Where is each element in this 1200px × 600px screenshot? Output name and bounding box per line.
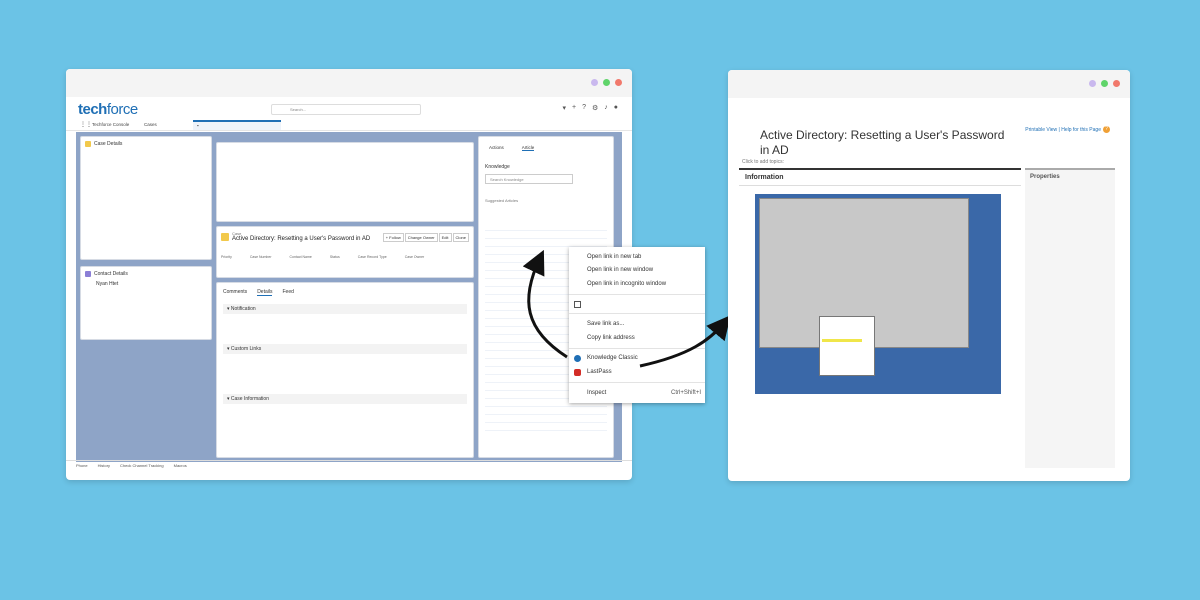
context-menu: Open link in new tab Open link in new wi… [569, 247, 705, 403]
contact-details-card: Contact Details Nyan Htet [80, 266, 212, 340]
field-status: Status [329, 255, 340, 259]
queue-panel [216, 142, 474, 222]
maximize-icon[interactable] [1101, 80, 1108, 87]
nav-cases-dropdown[interactable]: Cases [144, 122, 189, 127]
favorites-icon[interactable]: ▾ [562, 104, 566, 112]
case-title: Active Directory: Resetting a User's Pas… [232, 236, 371, 242]
field-record-type: Case Record Type [357, 255, 387, 259]
information-label: Information [739, 170, 1021, 186]
change-owner-button[interactable]: Change Owner [404, 233, 438, 242]
suggested-articles-label: Suggested Articles [485, 198, 519, 203]
menu-open-incognito[interactable]: Open link in incognito window [569, 278, 705, 290]
clone-button[interactable]: Clone [452, 233, 469, 242]
field-case-number: Case Number [249, 255, 272, 259]
utility-phone[interactable]: Phone [76, 463, 88, 468]
global-search-input[interactable]: Search... [271, 104, 421, 115]
tab-feed[interactable]: Feed [282, 289, 293, 296]
add-icon[interactable]: + [572, 104, 576, 112]
menu-save-link[interactable]: Save link as... [569, 318, 705, 330]
printable-view-link[interactable]: Printable View | Help for this Page ? [1025, 126, 1110, 133]
section-case-information[interactable]: ▾ Case Information [223, 394, 467, 404]
menu-lastpass[interactable]: LastPass [569, 366, 705, 378]
utility-tabs: Actions Article [479, 137, 613, 154]
context-menu-image [819, 316, 875, 376]
case-header-icon [221, 233, 229, 241]
window-chrome [728, 70, 1130, 98]
menu-inspect[interactable]: Inspect Ctrl+Shift+I [569, 387, 705, 399]
console-workspace: Case Details Contact Details Nyan Htet C… [76, 132, 622, 462]
edit-button[interactable]: Edit [438, 233, 452, 242]
contact-details-title: Contact Details [94, 271, 128, 277]
highlight-image [822, 339, 862, 342]
section-notification[interactable]: ▾ Notification [223, 304, 467, 314]
properties-label: Properties [1030, 174, 1060, 180]
utility-bar: Phone History Check Channel Tracking Mac… [66, 460, 632, 470]
case-detail-tabs-card: Comments Details Feed ▾ Notification ▾ C… [216, 282, 474, 458]
section-custom-links[interactable]: ▾ Custom Links [223, 344, 467, 354]
help-icon[interactable]: ? [582, 104, 586, 112]
follow-button[interactable]: + Follow [382, 233, 404, 242]
field-owner: Case Owner [404, 255, 425, 259]
information-section: Information [739, 168, 1021, 468]
menu-divider [569, 313, 705, 314]
tab-actions[interactable]: Actions [489, 145, 504, 151]
help-icon[interactable]: ? [1103, 126, 1110, 133]
close-icon[interactable] [615, 79, 622, 86]
add-topics-link[interactable]: Click to add topics: [742, 159, 784, 165]
field-contact-name: Contact Name [289, 255, 312, 259]
inspect-shortcut: Ctrl+Shift+I [670, 390, 701, 396]
utility-history[interactable]: History [98, 463, 110, 468]
tab-details[interactable]: Details [257, 289, 273, 296]
menu-knowledge-classic[interactable]: Knowledge Classic [569, 352, 705, 364]
article-title: Active Directory: Resetting a User's Pas… [760, 128, 1005, 157]
detail-tabs: Comments Details Feed [217, 283, 473, 298]
tab-comments[interactable]: Comments [223, 289, 247, 296]
avatar[interactable]: ● [614, 104, 618, 112]
window-chrome [66, 69, 632, 97]
menu-divider [569, 348, 705, 349]
knowledge-title: Knowledge [485, 164, 510, 170]
case-details-title: Case Details [94, 141, 123, 147]
app-name: Techforce Console [92, 122, 130, 127]
window-dot-icon [591, 79, 598, 86]
device-icon [574, 301, 581, 308]
maximize-icon[interactable] [603, 79, 610, 86]
case-icon [85, 141, 91, 147]
lastpass-icon [574, 369, 581, 376]
contact-icon [85, 271, 91, 277]
case-header-card: Case Active Directory: Resetting a User'… [216, 226, 474, 278]
salesforce-console-window: techforce Search... ▾ + ? ⚙ ♪ ● ⋮⋮ Techf… [66, 69, 632, 480]
menu-device-row[interactable] [569, 298, 705, 310]
article-screenshot-image [755, 194, 1001, 394]
app-launcher-icon[interactable]: ⋮⋮ [80, 121, 92, 128]
case-actions: + Follow Change Owner Edit Clone [382, 233, 469, 242]
case-tab[interactable]: ▪ [193, 120, 281, 130]
utility-omni[interactable]: Check Channel Tracking [120, 463, 164, 468]
case-fields: Priority Case Number Contact Name Status… [221, 255, 424, 259]
case-tab-icon: ▪ [197, 123, 199, 128]
window-dot-icon [1089, 80, 1096, 87]
header-icons: ▾ + ? ⚙ ♪ ● [562, 104, 618, 112]
gear-icon[interactable]: ⚙ [592, 104, 598, 112]
knowledge-classic-icon [574, 355, 581, 362]
tab-article[interactable]: Article [521, 145, 535, 151]
menu-open-new-tab[interactable]: Open link in new tab [569, 251, 705, 263]
menu-copy-link[interactable]: Copy link address [569, 332, 705, 344]
menu-divider [569, 382, 705, 383]
logo: techforce [78, 101, 138, 118]
close-icon[interactable] [1113, 80, 1120, 87]
knowledge-classic-window: Active Directory: Resetting a User's Pas… [728, 70, 1130, 481]
menu-divider [569, 294, 705, 295]
utility-macros[interactable]: Macros [174, 463, 187, 468]
case-details-card: Case Details [80, 136, 212, 260]
properties-section: Properties [1025, 168, 1115, 468]
field-priority: Priority [221, 255, 232, 259]
menu-open-new-window[interactable]: Open link in new window [569, 264, 705, 276]
app-nav-bar: ⋮⋮ Techforce Console Cases ▪ [66, 119, 632, 131]
contact-name[interactable]: Nyan Htet [81, 281, 211, 287]
knowledge-search-input[interactable]: Search Knowledge [485, 174, 573, 184]
bell-icon[interactable]: ♪ [604, 104, 608, 112]
